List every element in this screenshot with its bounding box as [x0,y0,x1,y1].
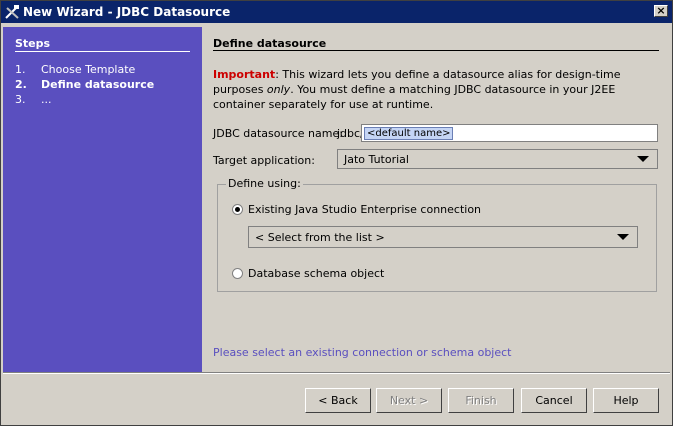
existing-connection-radio[interactable] [232,204,243,215]
define-using-group: Define using: Existing Java Studio Enter… [217,177,657,292]
target-application-value: Jato Tutorial [344,153,409,166]
button-bar-divider [3,372,670,374]
jdbc-prefix: jdbc/ [337,127,364,140]
intro-text: Important: This wizard lets you define a… [213,67,653,112]
datasource-name-input[interactable]: <default name> [361,124,658,142]
existing-connection-label[interactable]: Existing Java Studio Enterprise connecti… [248,203,481,216]
schema-object-label[interactable]: Database schema object [248,267,384,280]
datasource-name-value: <default name> [364,127,454,140]
window-title: New Wizard - JDBC Datasource [23,5,231,19]
wizard-tools-icon [5,5,19,19]
chevron-down-icon [637,156,649,162]
back-button[interactable]: < Back [305,388,371,413]
next-button[interactable]: Next > [376,388,442,413]
target-application-select[interactable]: Jato Tutorial [337,149,658,169]
step-number: 1. [15,63,26,76]
content-panel: Define datasource Important: This wizard… [213,27,661,372]
steps-header: Steps [15,37,51,50]
step-label: Define datasource [41,78,155,91]
connection-select[interactable]: < Select from the list > [248,226,638,248]
page-title: Define datasource [213,37,327,50]
datasource-name-label: JDBC datasource name: [213,127,343,140]
help-button[interactable]: Help [593,388,659,413]
connection-value: < Select from the list > [255,231,385,244]
steps-divider [15,51,190,52]
cancel-button[interactable]: Cancel [521,388,587,413]
radio-selected-dot [235,207,240,212]
intro-emphasis: only [266,83,291,96]
steps-panel: Steps 1. Choose Template 2. Define datasou… [3,27,202,372]
close-button[interactable]: × [654,5,668,17]
step-1: 1. Choose Template [15,63,135,76]
title-bar[interactable]: New Wizard - JDBC Datasource × [1,1,672,23]
step-label: Choose Template [41,63,136,76]
step-3: 3.... [15,93,52,106]
schema-object-radio[interactable] [232,268,243,279]
status-hint: Please select an existing connection or … [213,346,512,359]
chevron-down-icon [617,234,629,240]
step-number: 3. [15,93,26,106]
title-divider [213,50,659,51]
define-using-label: Define using: [226,177,303,190]
step-number: 2. [15,78,27,91]
step-2: 2. Define datasource [15,78,154,91]
wizard-window: New Wizard - JDBC Datasource × Steps 1. C… [0,0,673,426]
finish-button[interactable]: Finish [448,388,514,413]
step-label: ... [41,93,52,106]
important-label: Important [213,68,276,81]
target-application-label: Target application: [213,154,315,167]
